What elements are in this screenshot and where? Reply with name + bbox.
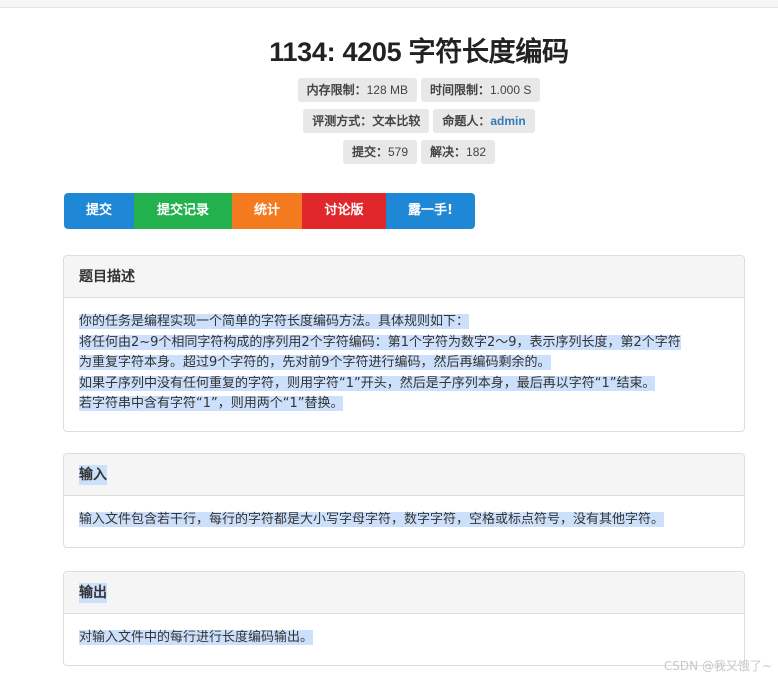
input-heading-text: 输入	[79, 465, 107, 485]
output-panel: 输出 对输入文件中的每行进行长度编码输出。	[63, 571, 745, 666]
memory-limit-badge: 内存限制：128 MB	[297, 78, 417, 102]
stats-row: 提交：579 解决：182	[0, 140, 778, 164]
input-heading: 输入	[64, 454, 744, 496]
solved-count-value: 182	[466, 145, 487, 159]
input-panel: 输入 输入文件包含若干行，每行的字符都是大小写字母字符，数字字符，空格或标点符号…	[63, 453, 745, 548]
output-text: 对输入文件中的每行进行长度编码输出。	[79, 630, 314, 645]
submit-button[interactable]: 提交	[64, 193, 134, 229]
author-badge: 命题人：admin	[433, 109, 535, 133]
show-off-button[interactable]: 露一手!	[386, 193, 475, 229]
statistics-button[interactable]: 统计	[232, 193, 302, 229]
time-limit-value: 1.000 S	[490, 83, 532, 97]
description-line: 将任何由2~9个相同字符构成的序列用2个字符编码：第1个字符为数字2～9，表示序…	[79, 334, 681, 350]
limits-row: 内存限制：128 MB 时间限制：1.000 S	[0, 78, 778, 102]
author-link[interactable]: admin	[490, 114, 525, 128]
discussion-button[interactable]: 讨论版	[302, 193, 386, 229]
input-text: 输入文件包含若干行，每行的字符都是大小写字母字符，数字字符，空格或标点符号，没有…	[79, 512, 665, 527]
description-line: 你的任务是编程实现一个简单的字符长度编码方法。具体规则如下：	[79, 314, 470, 329]
judge-mode-value: 文本比较	[372, 114, 421, 128]
submission-records-button[interactable]: 提交记录	[134, 193, 232, 229]
output-heading-text: 输出	[79, 583, 107, 603]
description-panel: 题目描述 你的任务是编程实现一个简单的字符长度编码方法。具体规则如下： 将任何由…	[63, 255, 745, 432]
memory-limit-label: 内存限制：	[306, 83, 367, 97]
submit-count-value: 579	[387, 145, 408, 159]
solved-count-badge: 解决：182	[421, 140, 496, 164]
time-limit-badge: 时间限制：1.000 S	[420, 78, 541, 102]
judge-row: 评测方式：文本比较 命题人：admin	[0, 109, 778, 133]
solved-count-label: 解决：	[430, 145, 467, 159]
description-line: 为重复字符本身。超过9个字符的，先对前9个字符进行编码，然后再编码剩余的。	[79, 355, 551, 370]
author-label: 命题人：	[442, 114, 491, 128]
top-navbar-edge	[0, 0, 778, 8]
submit-count-badge: 提交：579	[342, 140, 417, 164]
problem-title: 1134: 4205 字符长度编码	[269, 37, 569, 67]
action-button-group: 提交 提交记录 统计 讨论版 露一手!	[64, 193, 475, 229]
time-limit-label: 时间限制：	[429, 83, 490, 97]
csdn-watermark: CSDN @我又饿了~	[663, 659, 772, 673]
memory-limit-value: 128 MB	[366, 83, 408, 97]
judge-mode-label: 评测方式：	[312, 114, 373, 128]
output-heading: 输出	[64, 572, 744, 614]
description-line: 如果子序列中没有任何重复的字符，则用字符“1”开头，然后是子序列本身，最后再以字…	[79, 375, 656, 391]
description-line: 若字符串中含有字符“1”，则用两个“1”替换。	[79, 396, 344, 411]
description-heading: 题目描述	[64, 256, 744, 298]
description-body: 你的任务是编程实现一个简单的字符长度编码方法。具体规则如下： 将任何由2~9个相…	[64, 298, 744, 431]
input-body: 输入文件包含若干行，每行的字符都是大小写字母字符，数字字符，空格或标点符号，没有…	[64, 496, 744, 547]
submit-count-label: 提交：	[351, 145, 388, 159]
judge-mode-badge: 评测方式：文本比较	[303, 109, 430, 133]
output-body: 对输入文件中的每行进行长度编码输出。	[64, 614, 744, 665]
